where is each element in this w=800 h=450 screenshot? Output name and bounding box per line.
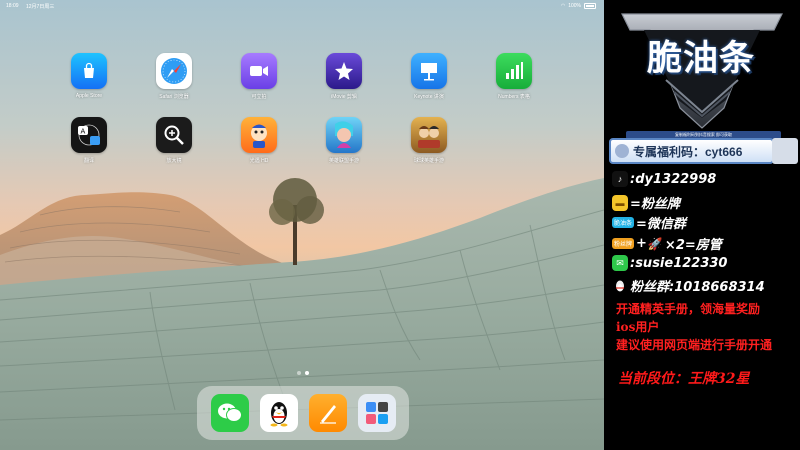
notice-line-3: 建议使用网页端进行手册开通 bbox=[616, 338, 773, 352]
page-dot[interactable] bbox=[297, 371, 301, 375]
app-label: 球球英雄手游 bbox=[413, 158, 444, 164]
wechat-icon: ✉ bbox=[612, 255, 628, 271]
numbers-app[interactable]: Numbers 表格 bbox=[484, 53, 544, 100]
wechat-id-text: :susie122330 bbox=[630, 255, 728, 271]
qq-penguin-icon bbox=[612, 278, 628, 294]
game-character-icon bbox=[411, 117, 447, 153]
game-app-2[interactable]: 英雄联盟手游 bbox=[314, 117, 374, 164]
wifi-icon: ◠ bbox=[560, 3, 566, 9]
douyin-text: :dy1322998 bbox=[630, 171, 717, 187]
wechat-group-text: =微信群 bbox=[636, 217, 686, 232]
wechat-group-row: 脆油条 =微信群 bbox=[612, 213, 686, 232]
status-time: 18:09 bbox=[6, 3, 19, 9]
notice-line-2: ios用户 bbox=[616, 320, 660, 334]
qq-penguin-icon[interactable] bbox=[259, 394, 298, 432]
game-app-1[interactable]: 光遇 HD bbox=[229, 117, 289, 164]
admin-plus: + bbox=[636, 236, 647, 251]
wechat-id-row: ✉ :susie122330 bbox=[612, 255, 727, 271]
battery-percent: 100% bbox=[568, 3, 581, 9]
svg-text:A: A bbox=[81, 128, 86, 136]
keynote-app[interactable]: Keynote 讲演 bbox=[399, 53, 459, 100]
page-indicator[interactable] bbox=[297, 371, 309, 375]
magnifier-icon bbox=[156, 117, 192, 153]
star-icon bbox=[326, 53, 362, 89]
current-rank: 当前段位：王牌32星 bbox=[618, 371, 750, 387]
app-store-icon bbox=[71, 53, 107, 89]
dock bbox=[197, 386, 409, 440]
welfare-code-text: 专属福利码：cyt666 bbox=[633, 144, 743, 159]
douyin-row: ♪ :dy1322998 bbox=[612, 171, 716, 187]
game-app-3[interactable]: 球球英雄手游 bbox=[399, 117, 459, 164]
admin-tag: 粉丝牌 bbox=[612, 238, 635, 249]
page-dot-active[interactable] bbox=[305, 371, 309, 375]
app-label: 可立拍 bbox=[251, 94, 267, 100]
app-label: Numbers 表格 bbox=[498, 94, 530, 100]
pages-pen-icon[interactable] bbox=[308, 394, 347, 432]
avatar bbox=[615, 144, 629, 158]
clips-app[interactable]: 可立拍 bbox=[229, 53, 289, 100]
logo-area: 脆油条 bbox=[604, 0, 800, 135]
app-folder-icon[interactable] bbox=[357, 394, 396, 432]
admin-text: ×2=房管 bbox=[664, 238, 722, 253]
app-store-app[interactable]: Apple Store bbox=[59, 53, 119, 99]
game-character-icon bbox=[326, 117, 362, 153]
app-label: Keynote 讲演 bbox=[414, 94, 444, 100]
translate-app[interactable]: A 翻译 bbox=[59, 117, 119, 164]
mascot-icon bbox=[772, 138, 798, 164]
game-character-icon bbox=[241, 117, 277, 153]
app-label: iMovie 剪辑 bbox=[331, 94, 357, 100]
stream-overlay-panel: 脆油条 复制福利码到抖音搜索 即可获取 专属福利码：cyt666 ♪ :dy13… bbox=[604, 0, 800, 450]
notice-line-1: 开通精英手册，领海量奖励 bbox=[616, 302, 761, 316]
status-date: 12月7日周三 bbox=[26, 4, 55, 10]
fans-group-text: 粉丝群:1018668314 bbox=[630, 280, 765, 295]
app-label: 光遇 HD bbox=[249, 158, 269, 164]
magnifier-app[interactable]: 放大镜 bbox=[144, 117, 204, 164]
fans-group-row: 粉丝群:1018668314 bbox=[612, 276, 765, 295]
safari-compass-icon bbox=[156, 53, 192, 89]
gold-badge-icon: ▬ bbox=[612, 194, 628, 211]
app-label: 英雄联盟手游 bbox=[328, 158, 359, 164]
wechat-group-tag: 脆油条 bbox=[612, 217, 635, 228]
app-label: 翻译 bbox=[83, 158, 94, 164]
app-label: 放大镜 bbox=[166, 158, 182, 164]
bar-chart-icon bbox=[496, 53, 532, 89]
ipad-screen: 18:09 12月7日周三 ◠ 100% Apple Store Safari … bbox=[0, 0, 604, 450]
welfare-code-box: 专属福利码：cyt666 bbox=[609, 138, 798, 164]
douyin-icon: ♪ bbox=[612, 171, 628, 187]
battery-icon bbox=[584, 3, 596, 9]
channel-logo-text: 脆油条 bbox=[646, 39, 755, 79]
rocket-icon: 🚀 bbox=[647, 236, 663, 251]
status-bar: 18:09 12月7日周三 ◠ 100% bbox=[0, 0, 604, 12]
app-label: Apple Store bbox=[75, 93, 103, 99]
podium-icon bbox=[411, 53, 447, 89]
admin-row: 粉丝牌 + 🚀 ×2=房管 bbox=[612, 234, 722, 253]
translate-icon: A bbox=[71, 117, 107, 153]
imovie-app[interactable]: iMovie 剪辑 bbox=[314, 53, 374, 100]
fans-badge-row: ▬ =粉丝牌 bbox=[612, 193, 680, 212]
video-camera-icon bbox=[241, 53, 277, 89]
wechat-icon[interactable] bbox=[210, 394, 249, 432]
app-label: Safari 浏览器 bbox=[159, 94, 189, 100]
safari-app[interactable]: Safari 浏览器 bbox=[144, 53, 204, 100]
fans-badge-text: =粉丝牌 bbox=[630, 197, 680, 212]
